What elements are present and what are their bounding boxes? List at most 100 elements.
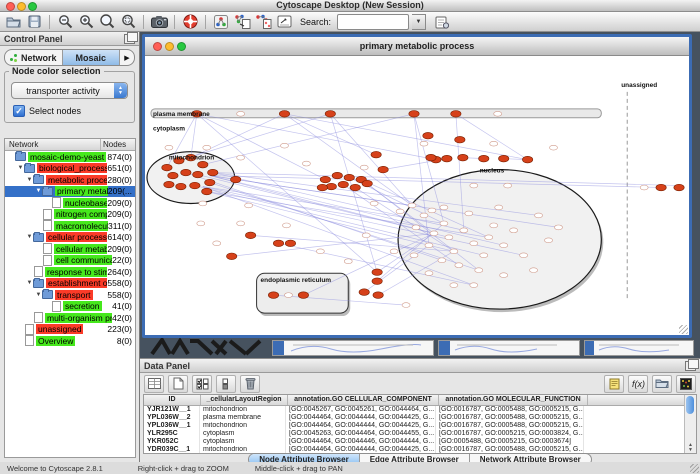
background-window-sliver[interactable] [438, 340, 580, 356]
notes-icon[interactable] [604, 375, 624, 393]
gene-node-small[interactable] [284, 293, 292, 298]
zoom-fit-icon[interactable] [98, 13, 116, 30]
gene-node-small[interactable] [480, 253, 488, 258]
network-canvas[interactable]: plasma membranecytoplasmmitochondrionnuc… [145, 56, 689, 335]
tree-row[interactable]: macromolecule311(0) [5, 220, 135, 232]
tree-row[interactable]: ▼transport558(0) [5, 289, 135, 301]
gene-node[interactable] [451, 111, 461, 118]
tree-row[interactable]: response to stimulu264(0) [5, 266, 135, 278]
open-icon[interactable] [4, 13, 22, 30]
gene-node[interactable] [273, 240, 283, 247]
gene-node-small[interactable] [360, 165, 368, 170]
gene-node[interactable] [499, 155, 509, 162]
gene-node-small[interactable] [535, 213, 543, 218]
tree-row[interactable]: ▼primary metab209(... [5, 186, 135, 198]
edge[interactable] [191, 114, 285, 158]
scrollbar-arrows-icon[interactable]: ▲▼ [685, 443, 696, 453]
table-row[interactable]: YJR121W__1mitochondrion[GO:0045267, GO:0… [144, 406, 684, 414]
gene-node-small[interactable] [450, 283, 458, 288]
gene-node[interactable] [320, 176, 330, 183]
tab-scroll-right-icon[interactable]: ▶ [120, 50, 134, 65]
gene-node[interactable] [230, 176, 240, 183]
disclosure-triangle-icon[interactable]: ▼ [17, 165, 24, 171]
disclosure-triangle-icon[interactable]: ▼ [26, 280, 33, 286]
gene-node-small[interactable] [440, 205, 448, 210]
gene-node[interactable] [338, 181, 348, 188]
gene-node-small[interactable] [475, 268, 483, 273]
gene-node-small[interactable] [362, 233, 370, 238]
edge[interactable] [179, 114, 330, 161]
gene-node-small[interactable] [237, 111, 245, 116]
disclosure-triangle-icon[interactable]: ▼ [26, 234, 33, 240]
tree-row[interactable]: cellular metabo209(0) [5, 243, 135, 255]
gene-node[interactable] [298, 292, 308, 299]
tree-row[interactable]: mosaic-demo-yeast874(0) [5, 151, 135, 163]
gene-node-small[interactable] [438, 258, 446, 263]
gene-node[interactable] [423, 132, 433, 139]
gene-node-small[interactable] [396, 209, 404, 214]
gene-node-small[interactable] [520, 253, 528, 258]
gene-node[interactable] [350, 184, 360, 191]
gene-node[interactable] [208, 169, 218, 176]
tree-row[interactable]: secretion41(0) [5, 301, 135, 313]
gene-node-small[interactable] [282, 223, 290, 228]
gene-node-small[interactable] [165, 145, 173, 150]
search-options-icon[interactable] [433, 13, 451, 30]
background-window-sliver[interactable] [584, 340, 694, 356]
gene-node-small[interactable] [530, 268, 538, 273]
gene-node-small[interactable] [213, 241, 221, 246]
gene-node-small[interactable] [316, 249, 324, 254]
gene-node[interactable] [522, 156, 532, 163]
gene-node-small[interactable] [428, 208, 436, 213]
attribute-table-grid[interactable]: ID_cellularLayoutRegionannotation.GO CEL… [144, 395, 684, 453]
table-column-header[interactable]: annotation.GO CELLULAR_COMPONENT [288, 395, 439, 405]
gene-node-small[interactable] [490, 141, 498, 146]
zoom-selected-icon[interactable] [119, 13, 137, 30]
gene-node-small[interactable] [494, 111, 502, 116]
new-network-from-selection-icon[interactable] [233, 13, 251, 30]
gene-node-small[interactable] [640, 185, 648, 190]
edge[interactable] [203, 114, 414, 165]
gene-node[interactable] [181, 169, 191, 176]
tree-row[interactable]: multi-organism pro42(0) [5, 312, 135, 324]
gene-node-small[interactable] [412, 225, 420, 230]
new-attribute-icon[interactable] [168, 375, 188, 393]
select-attributes-icon[interactable] [192, 375, 212, 393]
gene-node[interactable] [193, 171, 203, 178]
gene-node[interactable] [198, 161, 208, 168]
gene-node-small[interactable] [425, 243, 433, 248]
gene-node-small[interactable] [450, 249, 458, 254]
table-scrollbar[interactable]: ▲▼ [684, 395, 696, 453]
edge[interactable] [330, 114, 412, 206]
gene-node[interactable] [227, 253, 237, 260]
gene-node-small[interactable] [445, 235, 453, 240]
tree-row[interactable]: ▼cellular process614(0) [5, 232, 135, 244]
gene-node[interactable] [285, 240, 295, 247]
save-icon[interactable] [25, 13, 43, 30]
disclosure-triangle-icon[interactable]: ▼ [35, 292, 42, 298]
table-row[interactable]: YPL036W__1mitochondrion[GO:0044464, GO:0… [144, 422, 684, 430]
gene-node[interactable] [455, 136, 465, 143]
gene-node[interactable] [326, 183, 336, 190]
table-column-header[interactable]: annotation.GO MOLECULAR_FUNCTION [439, 395, 588, 405]
attribute-table-icon[interactable] [144, 375, 164, 393]
gene-node-small[interactable] [197, 221, 205, 226]
gene-node[interactable] [245, 232, 255, 239]
gene-node[interactable] [656, 184, 666, 191]
gene-node-small[interactable] [408, 203, 416, 208]
tree-column-network[interactable]: Network [5, 139, 101, 150]
gene-node[interactable] [344, 174, 354, 181]
gene-node-small[interactable] [510, 228, 518, 233]
zoom-in-icon[interactable] [77, 13, 95, 30]
table-row[interactable]: YLR295Ccytoplasm[GO:0045263, GO:0044464,… [144, 430, 684, 438]
table-column-header[interactable]: ID [144, 395, 201, 405]
network-window-titlebar[interactable]: primary metabolic process [145, 37, 689, 56]
gene-node-small[interactable] [344, 259, 352, 264]
gene-node[interactable] [317, 184, 327, 191]
gene-node[interactable] [373, 292, 383, 299]
gene-node[interactable] [202, 188, 212, 195]
overview-window-sliver[interactable] [150, 338, 265, 356]
tree-row[interactable]: ▼biological_process651(0) [5, 163, 135, 175]
tree-row[interactable]: unassigned223(0) [5, 324, 135, 336]
table-row[interactable]: YPL036W__2plasma membrane[GO:0044464, GO… [144, 414, 684, 422]
